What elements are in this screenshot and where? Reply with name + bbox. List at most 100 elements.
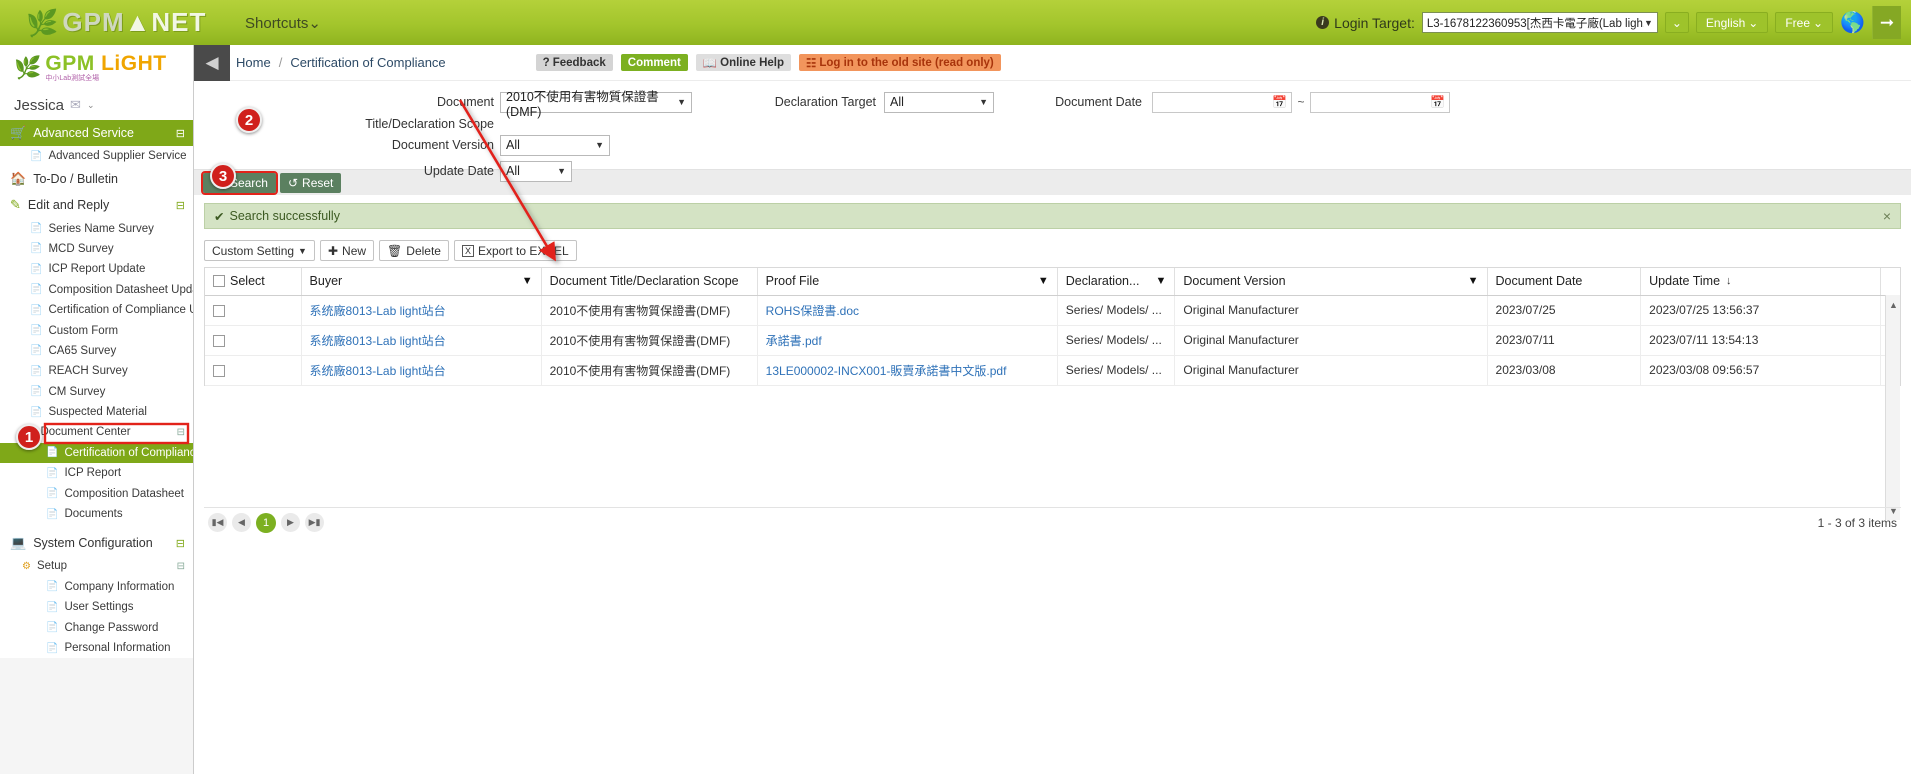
proof-file-link[interactable]: 承諾書.pdf — [766, 334, 822, 348]
select-all-checkbox[interactable] — [213, 275, 225, 288]
collapse-icon[interactable]: ⊟ — [176, 199, 185, 212]
sidebar-item-advanced-supplier-service[interactable]: 📄 Advanced Supplier Service — [0, 146, 193, 167]
sidebar-item-custom-form[interactable]: 📄 Custom Form — [0, 320, 193, 341]
proof-file-link[interactable]: ROHS保證書.doc — [766, 304, 859, 318]
sidebar-item-user-settings[interactable]: 📄 User Settings — [0, 597, 193, 618]
collapse-icon[interactable]: ⊟ — [176, 537, 185, 550]
sidebar-item-personal-information[interactable]: 📄 Personal Information — [0, 637, 193, 659]
close-icon[interactable]: × — [1883, 208, 1891, 224]
sidebar-group-system-configuration[interactable]: 💻 System Configuration ⊟ — [0, 530, 193, 557]
column-header-document-date[interactable]: Document Date — [1487, 268, 1642, 296]
last-page-button[interactable]: ▶▮ — [305, 513, 324, 532]
chevron-down-icon: ⌄ — [86, 99, 95, 110]
sidebar-item-documents[interactable]: 📄 Documents — [0, 503, 193, 525]
globe-icon[interactable]: 🌎 — [1840, 13, 1865, 33]
sidebar-item-cm-survey[interactable]: 📄 CM Survey — [0, 381, 193, 402]
sidebar-item-reach-survey[interactable]: 📄 REACH Survey — [0, 361, 193, 382]
sidebar-group-advanced-service[interactable]: 🛒 Advanced Service ⊟ — [0, 120, 193, 146]
comment-button[interactable]: Comment — [620, 54, 688, 71]
export-excel-button[interactable]: X Export to EXCEL — [453, 240, 577, 261]
sidebar-group-todo[interactable]: 🏠 To-Do / Bulletin — [0, 166, 193, 193]
new-button[interactable]: ✚ New — [319, 240, 375, 261]
filter-icon[interactable]: ▼ — [1468, 275, 1479, 287]
user-menu[interactable]: Jessica ✉ ⌄ — [0, 90, 193, 120]
trash-icon: 🗑 — [387, 243, 403, 258]
gear-icon: ⚙ — [22, 560, 31, 572]
filter-icon[interactable]: ▼ — [1038, 275, 1049, 287]
prev-page-button[interactable]: ◀ — [232, 513, 251, 532]
declaration-target-select[interactable]: All ▼ — [884, 91, 994, 113]
sidebar-item-icp-report[interactable]: 📄 ICP Report — [0, 463, 193, 484]
column-label: Declaration... — [1065, 274, 1140, 289]
column-header-document-version[interactable]: Document Version ▼ — [1174, 268, 1488, 296]
sidebar-item-change-password[interactable]: 📄 Change Password — [0, 617, 193, 638]
doc-title-select[interactable]: 2010不使用有害物質保證書(DMF) ▼ — [500, 90, 692, 119]
old-site-button[interactable]: ☷ Log in to the old site (read only) — [799, 54, 1001, 71]
sidebar-group-edit-reply[interactable]: ✎ Edit and Reply ⊟ — [0, 192, 193, 219]
row-checkbox[interactable] — [213, 334, 225, 347]
row-checkbox[interactable] — [213, 304, 225, 317]
logout-icon[interactable]: ➞ — [1872, 6, 1901, 39]
more-menu-button[interactable]: ⌄ — [1664, 12, 1689, 33]
sidebar-item-setup[interactable]: ⚙ Setup ⊟ — [0, 556, 193, 577]
collapse-icon[interactable]: ⊟ — [176, 127, 185, 140]
login-target-select[interactable]: L3-1678122360953[杰西卡電子廠(Lab ligh... ▼ — [1421, 12, 1658, 33]
row-checkbox[interactable] — [213, 364, 225, 377]
buyer-link[interactable]: 系统廠8013-Lab light站台 — [310, 304, 446, 318]
online-help-button[interactable]: 📖 Online Help — [695, 54, 792, 71]
column-label: Select — [230, 274, 265, 289]
chevron-down-icon: ▼ — [298, 245, 307, 256]
shortcuts-menu[interactable]: Shortcuts⌄ — [245, 14, 321, 32]
table-row[interactable]: 系统廠8013-Lab light站台 2010不使用有害物質保證書(DMF) … — [205, 355, 1900, 386]
column-header-proof-file[interactable]: Proof File ▼ — [757, 268, 1058, 296]
chevron-down-icon: ⌄ — [1748, 15, 1759, 30]
filter-icon[interactable]: ▼ — [522, 275, 533, 287]
page-1-button[interactable]: 1 — [256, 512, 276, 533]
plan-button[interactable]: Free ⌄ — [1775, 12, 1834, 33]
sidebar-item-company-information[interactable]: 📄 Company Information — [0, 576, 193, 598]
custom-setting-button[interactable]: Custom Setting ▼ — [204, 240, 315, 261]
table-row[interactable]: 系统廠8013-Lab light站台 2010不使用有害物質保證書(DMF) … — [205, 295, 1900, 326]
update-date-select[interactable]: All ▼ — [500, 160, 572, 182]
language-button[interactable]: English ⌄ — [1695, 12, 1769, 33]
feedback-button[interactable]: ? Feedback — [535, 54, 613, 71]
buyer-link[interactable]: 系统廠8013-Lab light站台 — [310, 334, 446, 348]
mail-icon[interactable]: ✉ — [70, 97, 81, 113]
column-header-update-time[interactable]: Update Time ↓ — [1640, 268, 1882, 296]
proof-file-link[interactable]: 13LE000002-INCX001-販賣承諾書中文版.pdf — [766, 364, 1007, 378]
sort-desc-icon[interactable]: ↓ — [1726, 275, 1732, 287]
scroll-up-icon[interactable]: ▲ — [1886, 297, 1901, 312]
app-root: 🌿 GPM▲NET Shortcuts⌄ i Login Target: L3-… — [0, 0, 1911, 774]
first-page-button[interactable]: ▮◀ — [208, 513, 227, 532]
table-row[interactable]: 系统廠8013-Lab light站台 2010不使用有害物質保證書(DMF) … — [205, 325, 1900, 356]
column-header-buyer[interactable]: Buyer ▼ — [301, 268, 542, 296]
doc-version-select[interactable]: All ▼ — [500, 134, 610, 156]
sidebar-collapse-button[interactable]: ◀ — [194, 45, 230, 81]
sidebar-item-suspected-material[interactable]: 📄 Suspected Material — [0, 401, 193, 423]
sidebar-item-ca65-survey[interactable]: 📄 CA65 Survey — [0, 340, 193, 362]
collapse-icon[interactable]: ⊟ — [177, 427, 193, 438]
sidebar-item-mcd-survey[interactable]: 📄 MCD Survey — [0, 238, 193, 260]
delete-button[interactable]: 🗑 Delete — [379, 240, 449, 261]
document-date-from-input[interactable]: 📅 — [1152, 91, 1292, 113]
sidebar-item-series-name-survey[interactable]: 📄 Series Name Survey — [0, 218, 193, 239]
column-header-doc-title[interactable]: Document Title/Declaration Scope — [541, 268, 758, 296]
calendar-icon[interactable]: 📅 — [1430, 95, 1445, 109]
declaration-target-label: Declaration Target — [774, 95, 876, 109]
breadcrumb-home[interactable]: Home — [236, 55, 271, 70]
collapse-icon[interactable]: ⊟ — [177, 561, 193, 572]
next-page-button[interactable]: ▶ — [281, 513, 300, 532]
sidebar-item-composition-datasheet[interactable]: 📄 Composition Datasheet — [0, 483, 193, 504]
buyer-link[interactable]: 系统廠8013-Lab light站台 — [310, 364, 446, 378]
sidebar-item-icp-report-update[interactable]: 📄 ICP Report Update — [0, 259, 193, 280]
gpm-light-logo[interactable]: 🌿 GPM LiGHT 中小Lab測試全場 — [0, 45, 193, 90]
filter-icon[interactable]: ▼ — [1156, 275, 1167, 287]
document-date-to-input[interactable]: 📅 — [1310, 91, 1450, 113]
table-scrollbar[interactable]: ▲ ▼ — [1885, 295, 1900, 520]
sidebar-item-certification-of-compliance-update[interactable]: 📄 Certification of Compliance Upd — [0, 299, 193, 321]
column-header-declaration[interactable]: Declaration... ▼ — [1057, 268, 1176, 296]
gpm-net-logo[interactable]: 🌿 GPM▲NET — [0, 7, 235, 38]
calendar-icon[interactable]: 📅 — [1272, 95, 1287, 109]
sidebar-item-composition-datasheet-update[interactable]: 📄 Composition Datasheet Update — [0, 279, 193, 300]
book-icon: 📖 — [702, 57, 718, 70]
